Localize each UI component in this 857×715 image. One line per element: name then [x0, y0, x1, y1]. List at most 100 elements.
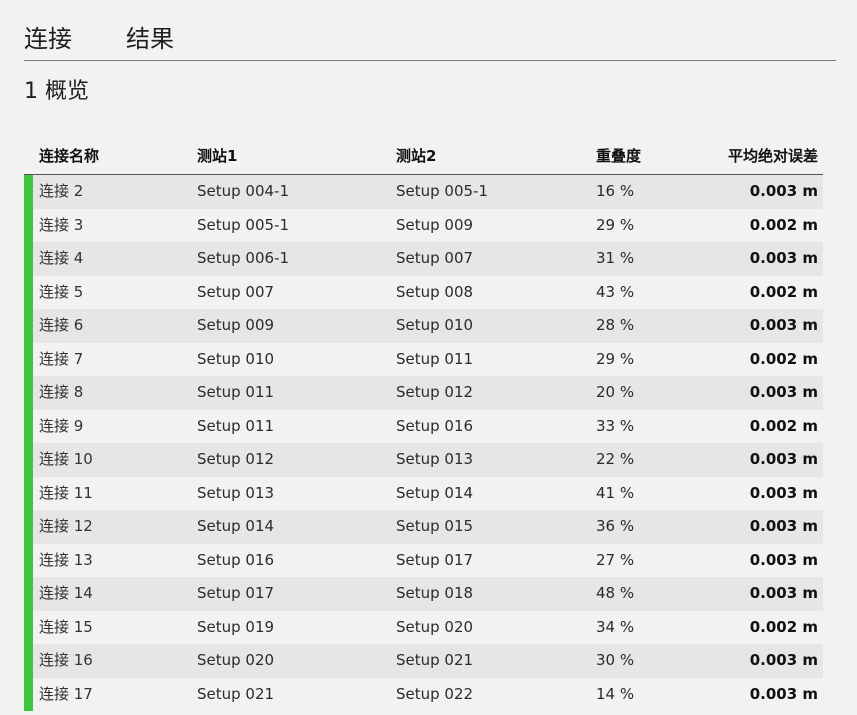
cell-station1: Setup 012 — [197, 450, 275, 468]
tab-bar: 连接 结果 — [24, 22, 836, 61]
report-page: 连接 结果 1 概览 连接名称 测站1 测站2 重叠度 平均绝对误差 连接 2 S… — [0, 0, 857, 715]
column-header-overlap[interactable]: 重叠度 — [596, 145, 641, 167]
cell-connection-name: 连接 4 — [39, 249, 84, 267]
cell-mae: 0.003 m — [749, 249, 818, 267]
table-header: 连接名称 测站1 测站2 重叠度 平均绝对误差 — [24, 140, 823, 175]
table-row[interactable]: 连接 3 Setup 005-1 Setup 009 29 % 0.002 m — [24, 208, 823, 242]
tab-connections[interactable]: 连接 — [24, 22, 72, 56]
cell-overlap: 22 % — [596, 450, 635, 468]
cell-overlap: 20 % — [596, 383, 635, 401]
cell-station2: Setup 013 — [396, 450, 474, 468]
column-header-station1[interactable]: 测站1 — [197, 145, 237, 167]
cell-mae: 0.002 m — [749, 416, 818, 435]
cell-overlap: 43 % — [596, 282, 635, 301]
table-row[interactable]: 连接 6 Setup 009 Setup 010 28 % 0.003 m — [24, 309, 823, 343]
cell-mae: 0.003 m — [749, 450, 818, 468]
cell-overlap: 27 % — [596, 550, 635, 569]
cell-mae: 0.003 m — [749, 517, 818, 535]
table-row[interactable]: 连接 17 Setup 021 Setup 022 14 % 0.003 m — [24, 677, 823, 711]
cell-station1: Setup 017 — [197, 584, 275, 602]
cell-station1: Setup 004-1 — [197, 182, 290, 200]
cell-station2: Setup 008 — [396, 282, 474, 301]
table-row[interactable]: 连接 11 Setup 013 Setup 014 41 % 0.003 m — [24, 476, 823, 510]
cell-station1: Setup 011 — [197, 383, 275, 401]
cell-overlap: 33 % — [596, 416, 635, 435]
cell-connection-name: 连接 9 — [39, 416, 84, 435]
column-header-station2[interactable]: 测站2 — [396, 145, 436, 167]
cell-station1: Setup 009 — [197, 316, 275, 334]
table-row[interactable]: 连接 7 Setup 010 Setup 011 29 % 0.002 m — [24, 342, 823, 376]
cell-connection-name: 连接 15 — [39, 617, 93, 636]
cell-station2: Setup 007 — [396, 249, 474, 267]
cell-station1: Setup 007 — [197, 282, 275, 301]
cell-mae: 0.003 m — [749, 316, 818, 334]
table-row[interactable]: 连接 2 Setup 004-1 Setup 005-1 16 % 0.003 m — [24, 175, 823, 209]
cell-station2: Setup 015 — [396, 517, 474, 535]
cell-connection-name: 连接 17 — [39, 684, 93, 703]
cell-connection-name: 连接 6 — [39, 316, 84, 334]
cell-mae: 0.003 m — [749, 651, 818, 669]
cell-station2: Setup 012 — [396, 383, 474, 401]
cell-station1: Setup 010 — [197, 349, 275, 368]
cell-overlap: 31 % — [596, 249, 635, 267]
cell-station1: Setup 006-1 — [197, 249, 290, 267]
cell-connection-name: 连接 16 — [39, 651, 93, 669]
cell-station1: Setup 011 — [197, 416, 275, 435]
cell-overlap: 48 % — [596, 584, 635, 602]
cell-mae: 0.002 m — [749, 617, 818, 636]
cell-station2: Setup 016 — [396, 416, 474, 435]
cell-mae: 0.003 m — [749, 483, 818, 502]
table-body: 连接 2 Setup 004-1 Setup 005-1 16 % 0.003 m 连接 … — [24, 175, 823, 711]
cell-connection-name: 连接 7 — [39, 349, 84, 368]
cell-mae: 0.002 m — [749, 349, 818, 368]
cell-overlap: 29 % — [596, 215, 635, 234]
section-title: 1 概览 — [24, 79, 89, 104]
cell-station1: Setup 020 — [197, 651, 275, 669]
cell-station2: Setup 018 — [396, 584, 474, 602]
cell-overlap: 28 % — [596, 316, 635, 334]
cell-station2: Setup 010 — [396, 316, 474, 334]
cell-station1: Setup 021 — [197, 684, 275, 703]
table-row[interactable]: 连接 9 Setup 011 Setup 016 33 % 0.002 m — [24, 409, 823, 443]
table-row[interactable]: 连接 5 Setup 007 Setup 008 43 % 0.002 m — [24, 275, 823, 309]
cell-connection-name: 连接 13 — [39, 550, 93, 569]
cell-station2: Setup 022 — [396, 684, 474, 703]
cell-overlap: 36 % — [596, 517, 635, 535]
cell-station2: Setup 011 — [396, 349, 474, 368]
cell-overlap: 34 % — [596, 617, 635, 636]
tab-results[interactable]: 结果 — [126, 22, 174, 56]
cell-mae: 0.003 m — [749, 584, 818, 602]
cell-mae: 0.003 m — [749, 684, 818, 703]
cell-station2: Setup 017 — [396, 550, 474, 569]
connections-table: 连接名称 测站1 测站2 重叠度 平均绝对误差 连接 2 Setup 004-1 S… — [24, 140, 823, 711]
cell-station2: Setup 005-1 — [396, 182, 489, 200]
table-row[interactable]: 连接 15 Setup 019 Setup 020 34 % 0.002 m — [24, 610, 823, 644]
column-header-name[interactable]: 连接名称 — [39, 145, 99, 167]
cell-overlap: 16 % — [596, 182, 635, 200]
cell-connection-name: 连接 3 — [39, 215, 84, 234]
cell-mae: 0.003 m — [749, 550, 818, 569]
table-row[interactable]: 连接 8 Setup 011 Setup 012 20 % 0.003 m — [24, 376, 823, 410]
cell-station1: Setup 013 — [197, 483, 275, 502]
cell-station2: Setup 009 — [396, 215, 474, 234]
cell-mae: 0.002 m — [749, 215, 818, 234]
cell-station1: Setup 016 — [197, 550, 275, 569]
table-row[interactable]: 连接 12 Setup 014 Setup 015 36 % 0.003 m — [24, 510, 823, 544]
cell-connection-name: 连接 14 — [39, 584, 93, 602]
cell-connection-name: 连接 11 — [39, 483, 93, 502]
table-row[interactable]: 连接 16 Setup 020 Setup 021 30 % 0.003 m — [24, 644, 823, 678]
cell-connection-name: 连接 8 — [39, 383, 84, 401]
table-row[interactable]: 连接 10 Setup 012 Setup 013 22 % 0.003 m — [24, 443, 823, 477]
cell-connection-name: 连接 12 — [39, 517, 93, 535]
table-row[interactable]: 连接 4 Setup 006-1 Setup 007 31 % 0.003 m — [24, 242, 823, 276]
cell-station1: Setup 005-1 — [197, 215, 290, 234]
column-header-mae[interactable]: 平均绝对误差 — [728, 145, 818, 167]
cell-station2: Setup 014 — [396, 483, 474, 502]
cell-station1: Setup 019 — [197, 617, 275, 636]
table-row[interactable]: 连接 13 Setup 016 Setup 017 27 % 0.003 m — [24, 543, 823, 577]
cell-station2: Setup 020 — [396, 617, 474, 636]
cell-mae: 0.003 m — [749, 383, 818, 401]
cell-overlap: 30 % — [596, 651, 635, 669]
table-row[interactable]: 连接 14 Setup 017 Setup 018 48 % 0.003 m — [24, 577, 823, 611]
cell-connection-name: 连接 2 — [39, 182, 84, 200]
